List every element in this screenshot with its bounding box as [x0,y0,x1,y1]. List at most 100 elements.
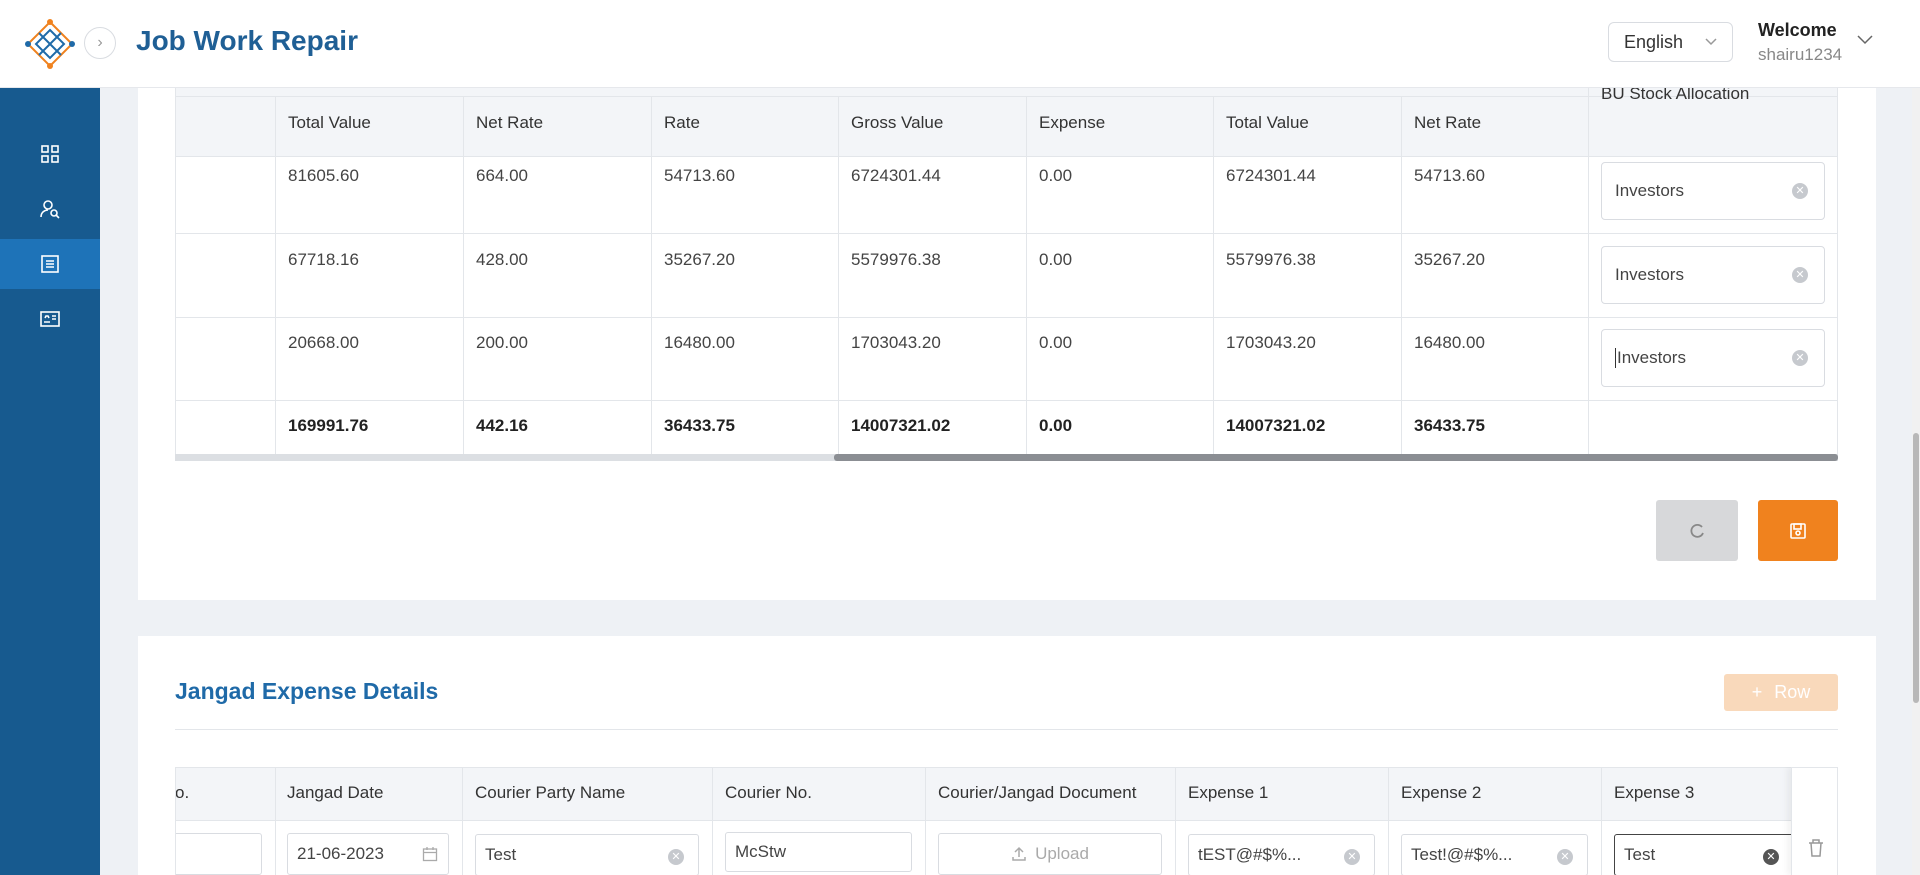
total-cell: 14007321.02 [851,416,951,435]
col-divider [1601,767,1602,875]
stock-table: Total Value Net Rate Rate Gross Value Ex… [175,88,1838,460]
expense-2-value: Test!@#$%... [1411,845,1513,864]
welcome-label: Welcome [1758,20,1837,40]
header-net-rate: Net Rate [476,113,544,132]
table-cell: 20668.00 [288,333,359,352]
app-title: Job Work Repair [136,25,358,56]
table-cell: 0.00 [1039,250,1073,269]
scrollbar-thumb[interactable] [834,454,1838,461]
table-cell: 35267.20 [664,250,735,269]
table-cell: 1703043.20 [851,333,941,352]
header-jangad-no: o. [175,783,190,802]
table-cell: 0.00 [1039,166,1073,185]
clear-icon[interactable]: ✕ [668,849,684,865]
header-rate: Rate [664,113,700,132]
language-select[interactable]: English [1608,22,1733,62]
calendar-icon[interactable] [422,846,438,867]
header-expense: Expense [1039,113,1106,132]
col-divider [1175,767,1176,875]
header-jangad-date: Jangad Date [287,783,384,802]
upload-document-button[interactable]: Upload [938,833,1162,875]
section-divider [175,729,1838,730]
jangad-date-value: 21-06-2023 [297,844,384,863]
app-header: › Job Work Repair English Welcome shairu… [0,0,1920,88]
expense-3-input[interactable]: Test ✕ [1614,834,1794,875]
page-vertical-scrollbar[interactable] [1912,88,1920,875]
expense-1-input[interactable]: tEST@#$%... ✕ [1188,834,1375,875]
col-divider [1388,767,1389,875]
clear-icon[interactable]: ✕ [1557,849,1573,865]
col-divider [275,96,276,460]
trash-icon[interactable] [1807,838,1825,863]
col-divider [712,767,713,875]
col-divider [462,767,463,875]
col-divider [1213,96,1214,460]
row-divider [176,233,1837,234]
header-net-rate-2: Net Rate [1414,113,1482,132]
table-cell: 200.00 [476,333,528,352]
header-bu-stock-allocation: BU Stock Allocation [1601,88,1750,103]
bu-allocation-select[interactable]: Investors ✕ [1601,246,1825,304]
table-cell: 16480.00 [664,333,735,352]
total-cell: 0.00 [1039,416,1073,435]
id-card-icon [40,311,60,327]
reset-button[interactable] [1656,500,1738,561]
clear-icon[interactable]: ✕ [1792,267,1808,283]
col-divider [651,96,652,460]
row-divider [176,317,1837,318]
jangad-no-input[interactable] [176,833,262,875]
header-expense-2: Expense 2 [1401,783,1482,802]
bu-allocation-select[interactable]: Investors ✕ [1601,329,1825,387]
clear-icon[interactable]: ✕ [1344,849,1360,865]
header-courier-document: Courier/Jangad Document [938,783,1137,802]
header-gross-value: Gross Value [851,113,944,132]
sidebar-item-users[interactable] [0,184,100,234]
col-divider [925,767,926,875]
save-button[interactable] [1758,500,1838,561]
header-courier-no: Courier No. [725,783,812,802]
expense-1-value: tEST@#$%... [1198,845,1302,864]
total-cell: 36433.75 [664,416,735,435]
table-cell: 35267.20 [1414,250,1485,269]
clear-icon[interactable]: ✕ [1763,849,1779,865]
scrollbar-thumb[interactable] [1913,433,1919,703]
row-actions-column [1791,767,1837,875]
table-cell: 16480.00 [1414,333,1485,352]
chevron-right-icon: › [97,34,103,51]
courier-party-input[interactable]: Test ✕ [475,834,699,875]
plus-icon: + [1751,682,1763,702]
table-cell: 6724301.44 [1226,166,1316,185]
table-cell: 67718.16 [288,250,359,269]
bu-allocation-select[interactable]: Investors ✕ [1601,162,1825,220]
app-logo[interactable] [24,18,76,70]
table-cell: 664.00 [476,166,528,185]
sidebar-item-dashboard[interactable] [0,129,100,179]
table-cell: 1703043.20 [1226,333,1316,352]
clear-icon[interactable]: ✕ [1792,350,1808,366]
text-caret [1615,348,1616,368]
sidebar-item-id[interactable] [0,294,100,344]
refresh-icon [1690,523,1704,538]
courier-party-value: Test [485,845,517,864]
header-expense-3: Expense 3 [1614,783,1695,802]
table-cell: 6724301.44 [851,166,941,185]
total-cell: 14007321.02 [1226,416,1326,435]
user-search-icon [40,200,60,219]
expense-2-input[interactable]: Test!@#$%... ✕ [1401,834,1588,875]
col-divider [1401,96,1402,460]
list-document-icon [41,255,59,273]
header-expense-1: Expense 1 [1188,783,1269,802]
total-cell: 36433.75 [1414,416,1485,435]
user-menu-chevron-icon[interactable] [1856,30,1874,53]
clear-icon[interactable]: ✕ [1792,183,1808,199]
jangad-table: o. Jangad Date Courier Party Name Courie… [175,767,1838,875]
sidebar-item-list[interactable] [0,239,100,289]
save-icon [1790,522,1806,539]
sidebar-toggle-button[interactable]: › [84,27,116,59]
add-row-button[interactable]: + Row [1724,674,1838,711]
dashboard-icon [41,145,59,163]
courier-no-input[interactable]: McStw [725,832,912,872]
table-horizontal-scrollbar[interactable] [175,454,1838,461]
table-cell: 54713.60 [664,166,735,185]
jangad-date-input[interactable]: 21-06-2023 [287,833,449,875]
